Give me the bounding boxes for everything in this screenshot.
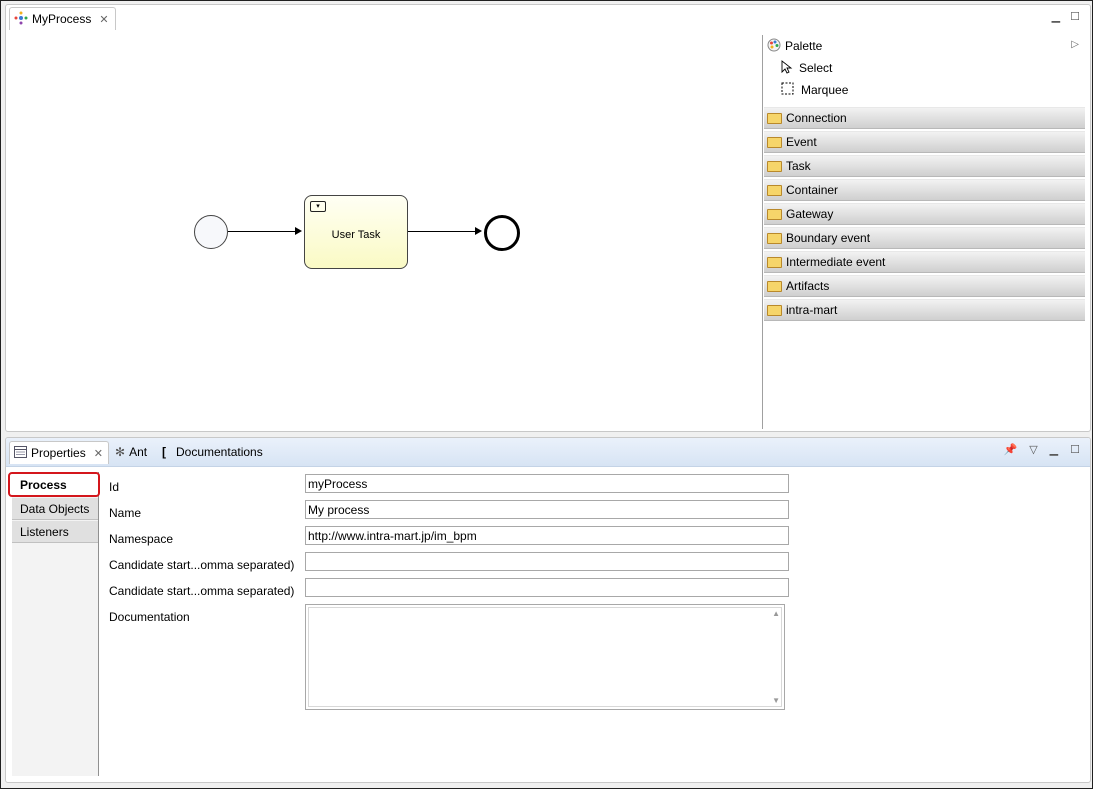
palette-drawer-event[interactable]: Event <box>764 131 1085 153</box>
palette-drawer-label: Boundary event <box>786 231 871 245</box>
documentation-label: Documentation <box>109 610 190 624</box>
close-icon[interactable]: ✕ <box>94 447 103 460</box>
folder-icon <box>767 136 782 148</box>
process-diagram-icon <box>14 11 28 28</box>
id-label: Id <box>109 480 120 494</box>
palette-drawer-container[interactable]: Container <box>764 179 1085 201</box>
tab-ant[interactable]: ✻ Ant <box>115 441 147 463</box>
scroll-down-icon[interactable]: ▼ <box>772 696 780 705</box>
section-tab-process[interactable]: Process <box>8 472 100 497</box>
properties-view-header: Properties ✕ ✻ Ant [ Documentations 📌 ▽ … <box>6 438 1090 467</box>
sequence-flow-1[interactable] <box>228 231 300 232</box>
properties-view: Properties ✕ ✻ Ant [ Documentations 📌 ▽ … <box>5 437 1091 783</box>
properties-icon <box>14 445 27 461</box>
folder-icon <box>767 280 782 292</box>
maximize-icon[interactable]: ☐ <box>1070 10 1080 23</box>
folder-icon <box>767 184 782 196</box>
tab-properties[interactable]: Properties ✕ <box>9 441 109 464</box>
section-tab-data-objects[interactable]: Data Objects <box>12 498 98 520</box>
arrow-cursor-icon <box>781 59 793 77</box>
folder-icon <box>767 208 782 220</box>
sequence-flow-2[interactable] <box>408 231 480 232</box>
candidate-starter-users-field[interactable] <box>305 552 789 571</box>
folder-icon <box>767 256 782 268</box>
arrowhead-icon <box>295 227 302 235</box>
palette-header[interactable]: Palette <box>763 35 1085 57</box>
editor-tab-title: MyProcess <box>32 12 92 26</box>
folder-icon <box>767 232 782 244</box>
id-field[interactable] <box>305 474 789 493</box>
minimize-icon[interactable]: ▁ <box>1052 10 1060 23</box>
tab-documentations[interactable]: [ Documentations <box>162 441 263 463</box>
ant-icon: ✻ <box>115 445 126 459</box>
maximize-icon[interactable]: ☐ <box>1070 443 1080 456</box>
palette-collapse-icon[interactable]: ▷ <box>1071 39 1079 50</box>
folder-icon <box>767 160 782 172</box>
palette-drawer-label: Event <box>786 135 817 149</box>
palette-drawer-label: Intermediate event <box>786 255 886 269</box>
editor-tab-myprocess[interactable]: MyProcess ✕ <box>9 7 116 30</box>
palette-drawer-boundary-event[interactable]: Boundary event <box>764 227 1085 249</box>
palette-drawer-gateway[interactable]: Gateway <box>764 203 1085 225</box>
documentation-icon: [ <box>162 445 166 459</box>
section-tab-label: Process <box>20 477 67 492</box>
view-menu-icon[interactable]: ▽ <box>1029 443 1037 456</box>
arrowhead-icon <box>475 227 482 235</box>
tab-label: Properties <box>31 446 86 460</box>
documentation-text <box>308 607 782 707</box>
palette-title: Palette <box>785 39 823 53</box>
section-tab-label: Listeners <box>20 524 69 539</box>
pin-icon[interactable]: 📌 <box>1003 443 1017 456</box>
name-label: Name <box>109 506 142 520</box>
palette-drawer-intra-mart[interactable]: intra-mart <box>764 299 1085 321</box>
scroll-up-icon[interactable]: ▲ <box>772 609 780 618</box>
palette-drawer-label: Container <box>786 183 839 197</box>
candidate-starter-groups-field[interactable] <box>305 578 789 597</box>
palette-drawer-intermediate-event[interactable]: Intermediate event <box>764 251 1085 273</box>
palette-drawer-connection[interactable]: Connection <box>764 107 1085 129</box>
palette-drawer-label: Task <box>786 159 811 173</box>
user-task-icon: ▾ <box>310 201 326 212</box>
section-tab-label: Data Objects <box>20 501 90 516</box>
eclipse-window: MyProcess ✕ ▁ ☐ ▾ User Task Palette ▷ Se… <box>0 0 1093 789</box>
palette-drawer-label: Artifacts <box>786 279 830 293</box>
folder-icon <box>767 304 782 316</box>
tab-label: Documentations <box>176 445 263 459</box>
palette-drawer-label: Gateway <box>786 207 834 221</box>
palette: Palette ▷ Select Marquee Connection Even… <box>762 35 1085 429</box>
marquee-icon <box>781 82 795 99</box>
palette-drawer-task[interactable]: Task <box>764 155 1085 177</box>
minimize-icon[interactable]: ▁ <box>1050 443 1058 456</box>
palette-tool-marquee[interactable]: Marquee <box>763 79 1085 101</box>
palette-tool-select[interactable]: Select <box>763 57 1085 79</box>
close-icon[interactable]: ✕ <box>99 13 108 26</box>
tab-label: Ant <box>129 445 148 459</box>
editor-window-controls: ▁ ☐ <box>1052 10 1080 23</box>
palette-drawer-label: Connection <box>786 111 847 125</box>
namespace-label: Namespace <box>109 532 174 546</box>
palette-tool-label: Select <box>799 61 833 75</box>
namespace-field[interactable] <box>305 526 789 545</box>
property-section-tabs: Process Data Objects Listeners <box>8 472 100 776</box>
end-event[interactable] <box>484 215 520 251</box>
documentation-textarea[interactable]: ▲ ▼ <box>305 604 785 710</box>
palette-tool-label: Marquee <box>801 83 849 97</box>
candidate-starter-groups-label: Candidate start...omma separated) <box>109 584 295 598</box>
palette-icon <box>767 38 781 55</box>
properties-view-toolbar: 📌 ▽ ▁ ☐ <box>1003 443 1080 456</box>
section-tab-listeners[interactable]: Listeners <box>12 521 98 543</box>
name-field[interactable] <box>305 500 789 519</box>
user-task[interactable]: ▾ User Task <box>304 195 408 269</box>
start-event[interactable] <box>194 215 228 249</box>
candidate-starter-users-label: Candidate start...omma separated) <box>109 558 295 572</box>
palette-drawer-artifacts[interactable]: Artifacts <box>764 275 1085 297</box>
folder-icon <box>767 112 782 124</box>
user-task-label: User Task <box>331 229 381 241</box>
process-editor: MyProcess ✕ ▁ ☐ ▾ User Task Palette ▷ Se… <box>5 4 1091 432</box>
palette-drawer-label: intra-mart <box>786 303 838 317</box>
diagram-canvas[interactable]: ▾ User Task <box>6 35 762 429</box>
